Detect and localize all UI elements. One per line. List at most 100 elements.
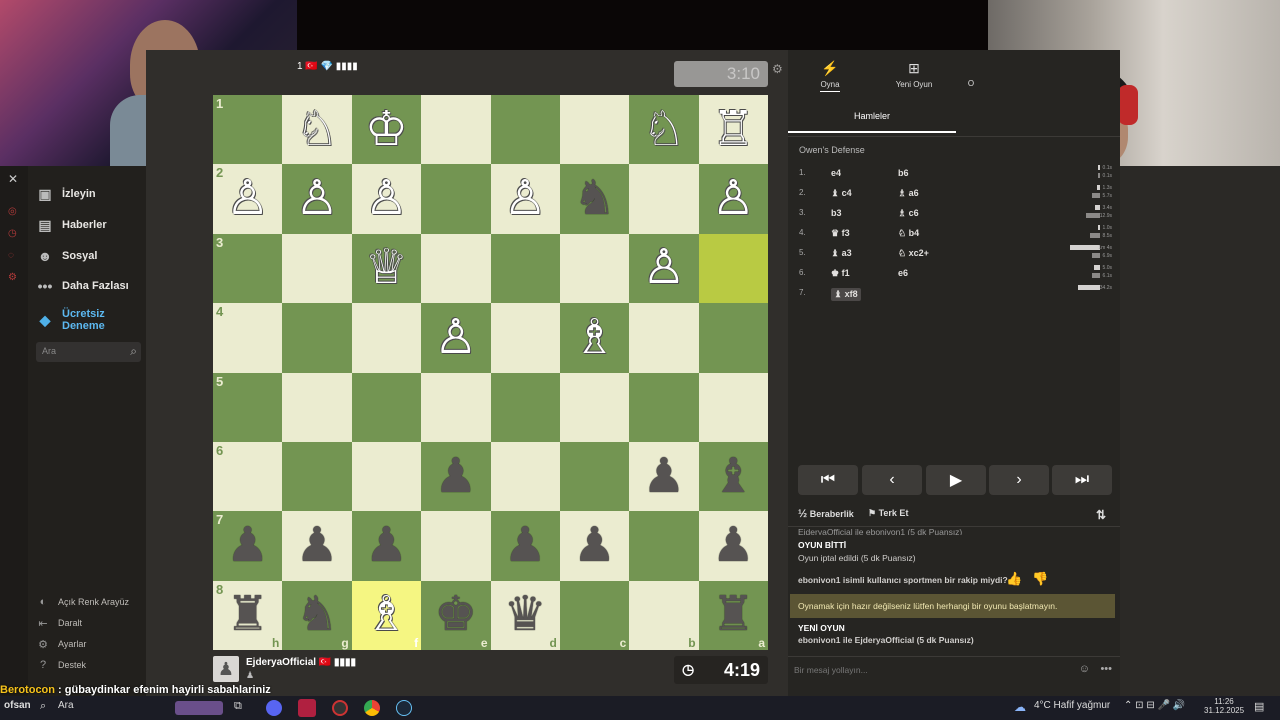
board-square[interactable]: ♟ xyxy=(629,441,699,512)
rail-icon-4[interactable]: ⚙ xyxy=(8,272,17,283)
bottom-player-name[interactable]: EjderyaOfficial 🇹🇷 ▮▮▮▮ xyxy=(246,657,356,668)
board-square[interactable]: ♟ xyxy=(351,511,422,581)
chess-piece[interactable]: ♟ xyxy=(573,521,616,570)
white-move[interactable]: ♝ a3 xyxy=(831,248,852,259)
board-square[interactable]: ♘ xyxy=(282,95,352,165)
board-square[interactable]: e ♚ xyxy=(421,580,491,650)
search-input[interactable]: Ara ⌕ xyxy=(36,342,141,362)
white-move[interactable]: b3 xyxy=(831,208,842,218)
board-square[interactable]: 3 xyxy=(213,233,283,304)
board-square[interactable]: f ♗ xyxy=(351,580,422,650)
board-square[interactable]: 2 ♙ xyxy=(213,164,283,234)
white-move[interactable]: ♝ c4 xyxy=(831,188,852,199)
chess-piece[interactable]: ♝ xyxy=(712,452,755,501)
board-square[interactable] xyxy=(421,233,491,304)
rail-icon-2[interactable]: ◷ xyxy=(8,228,17,239)
chess-piece[interactable]: ♞ xyxy=(296,591,339,639)
board-square[interactable]: 5 xyxy=(213,372,283,442)
first-move-button[interactable]: ⏮ xyxy=(798,465,858,495)
chess-piece[interactable]: ♙ xyxy=(365,175,408,223)
chess-piece[interactable]: ♗ xyxy=(365,591,408,639)
board-square[interactable]: ♗ xyxy=(559,303,630,373)
board-square[interactable] xyxy=(282,233,352,304)
support-button[interactable]: ? Destek xyxy=(36,657,86,673)
board-square[interactable] xyxy=(282,372,352,442)
obs-icon[interactable] xyxy=(298,699,316,717)
chess-piece[interactable]: ♛ xyxy=(504,591,547,639)
board-square[interactable]: ♙ xyxy=(421,303,491,373)
tray-icons[interactable]: ⌃ ⊡ ⊟ 🎤 🔊 xyxy=(1124,700,1185,711)
chess-piece[interactable]: ♚ xyxy=(434,591,477,639)
next-move-button[interactable]: › xyxy=(989,465,1049,495)
tab-new-game[interactable]: ⊞ Yeni Oyun xyxy=(872,60,956,89)
board-square[interactable] xyxy=(351,303,422,373)
black-move[interactable]: e6 xyxy=(898,268,908,278)
board-square[interactable] xyxy=(629,511,699,581)
board-square[interactable]: 1 xyxy=(213,95,283,165)
board-square[interactable]: g ♞ xyxy=(282,580,352,650)
weather-text[interactable]: 4°C Hafif yağmur xyxy=(1034,700,1110,711)
notification-icon[interactable]: ▤ xyxy=(1254,700,1264,713)
sidebar-item-more[interactable]: ••• Daha Fazlası xyxy=(36,274,129,298)
board-square[interactable] xyxy=(559,372,630,442)
board-square[interactable]: b xyxy=(629,580,699,650)
search-icon[interactable]: ⌕ xyxy=(40,700,46,713)
light-theme-button[interactable]: ◐ Açık Renk Arayüz xyxy=(36,594,129,610)
board-square[interactable]: ♝ xyxy=(698,441,768,512)
board-square[interactable] xyxy=(351,441,422,512)
board-square[interactable]: 4 xyxy=(213,303,283,373)
rail-icon-3[interactable]: ◌ xyxy=(8,250,14,261)
emoji-icon[interactable]: ☺ xyxy=(1079,663,1090,675)
board-square[interactable]: 6 xyxy=(213,441,283,512)
chrome-icon[interactable] xyxy=(364,700,380,716)
chess-piece[interactable]: ♘ xyxy=(642,105,685,154)
board-square[interactable] xyxy=(282,441,352,512)
board-square[interactable]: ♟ xyxy=(698,511,768,581)
chess-piece[interactable]: ♙ xyxy=(434,313,477,362)
board-square[interactable] xyxy=(421,164,491,234)
sidebar-item-watch[interactable]: ▣ İzleyin xyxy=(36,182,95,206)
board-square[interactable]: c xyxy=(559,580,630,650)
board-square[interactable]: a ♜ xyxy=(698,580,768,650)
steam-icon[interactable] xyxy=(396,700,412,716)
chess-piece[interactable]: ♞ xyxy=(573,175,616,223)
board-square[interactable]: ♙ xyxy=(490,164,560,234)
discord-icon[interactable] xyxy=(266,700,282,716)
board-square[interactable]: ♖ xyxy=(698,95,768,165)
board-square[interactable]: ♙ xyxy=(698,164,768,234)
chess-board[interactable]: 1 ♘ ♔ ♘ ♖ 2 ♙ ♙ ♙ ♙ ♞ ♙ 3 ♕ ♙ 4 ♙ ♗ 5 6 ♟ ♟ ♝ 7 ♟ ♟ ♟ ♟ ♟ ♟ 8 h ♜ g ♞ f ♗ e ♚ d… xyxy=(213,95,768,650)
tab-other[interactable]: O xyxy=(956,60,986,88)
board-square[interactable] xyxy=(490,233,560,304)
board-square[interactable] xyxy=(282,303,352,373)
board-square[interactable]: ♟ xyxy=(282,511,352,581)
white-move[interactable]: ♛ f3 xyxy=(831,228,850,239)
board-square[interactable] xyxy=(421,511,491,581)
avatar[interactable]: ♟ xyxy=(213,656,239,682)
rail-icon-1[interactable]: ◎ xyxy=(8,206,17,217)
chess-piece[interactable]: ♟ xyxy=(434,452,477,501)
last-move-button[interactable]: ⏭ xyxy=(1052,465,1112,495)
more-options-icon[interactable]: ••• xyxy=(1100,663,1112,675)
sidebar-item-news[interactable]: ▤ Haberler xyxy=(36,213,106,237)
black-move[interactable]: ♗ c6 xyxy=(898,208,919,219)
board-square[interactable]: ♙ xyxy=(282,164,352,234)
chess-piece[interactable]: ♟ xyxy=(226,521,269,570)
board-square[interactable] xyxy=(629,303,699,373)
chess-piece[interactable]: ♟ xyxy=(712,521,755,570)
thumbs-up-icon[interactable]: 👍 xyxy=(1006,571,1022,587)
board-square[interactable] xyxy=(490,303,560,373)
sidebar-item-social[interactable]: ☻ Sosyal xyxy=(36,244,98,268)
chess-piece[interactable]: ♜ xyxy=(226,591,269,639)
board-square[interactable] xyxy=(559,441,630,512)
chess-piece[interactable]: ♟ xyxy=(642,452,685,501)
white-move[interactable]: ♚ f1 xyxy=(831,268,850,279)
board-square[interactable] xyxy=(490,95,560,165)
board-square[interactable]: ♙ xyxy=(629,233,699,304)
board-square[interactable]: ♟ xyxy=(421,441,491,512)
chat-input[interactable]: Bir mesaj yollayın... ☺ ••• xyxy=(788,656,1120,684)
task-view-icon[interactable]: ⧉ xyxy=(234,700,242,713)
close-icon[interactable]: ✕ xyxy=(8,172,18,186)
collapse-button[interactable]: ⇤ Daralt xyxy=(36,615,82,631)
chess-piece[interactable]: ♟ xyxy=(365,521,408,570)
tab-play[interactable]: ⚡ Oyna xyxy=(788,60,872,92)
